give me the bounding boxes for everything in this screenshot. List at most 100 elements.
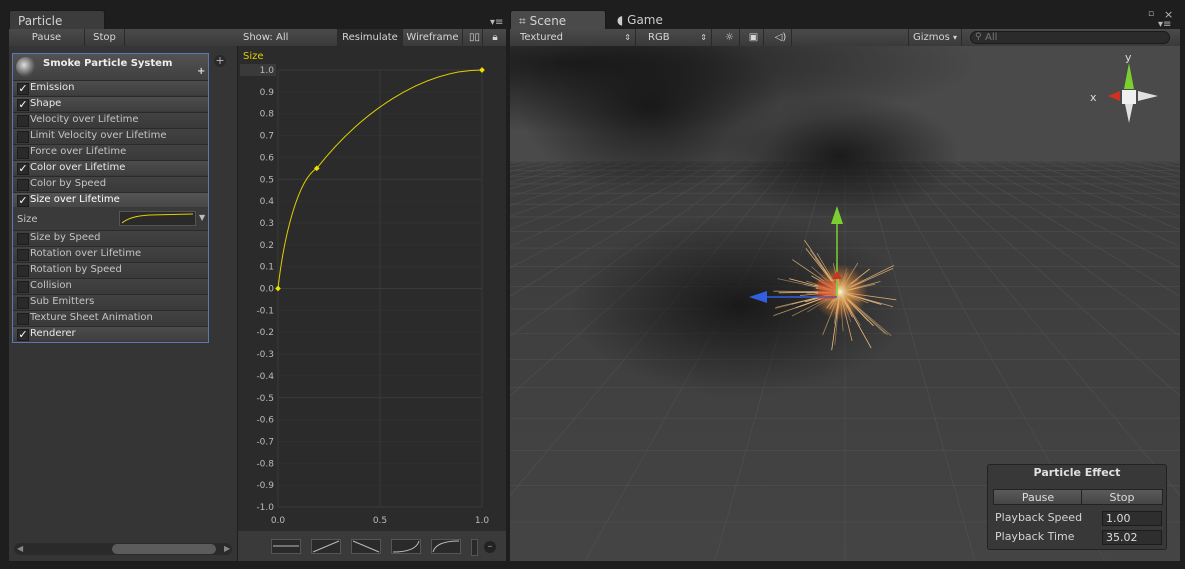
- y-tick-label: -0.4: [256, 372, 274, 382]
- gizmos-dropdown[interactable]: Gizmos ▾: [908, 29, 962, 46]
- render-mode-dropdown[interactable]: Textured ⇕: [510, 29, 636, 46]
- checkbox[interactable]: [17, 179, 29, 191]
- stop-button[interactable]: Stop: [85, 29, 125, 46]
- module-size-by-speed[interactable]: Size by Speed: [13, 230, 208, 245]
- checkbox[interactable]: [17, 131, 29, 143]
- gizmo-x-label: x: [1090, 91, 1097, 104]
- maximize-icon[interactable]: ▫: [1148, 9, 1154, 19]
- wireframe-toggle[interactable]: Wireframe: [403, 29, 463, 46]
- size-property-label: Size: [17, 214, 38, 225]
- orientation-gizmo[interactable]: y x: [1080, 51, 1170, 131]
- module-label: Renderer: [30, 328, 76, 339]
- checkbox[interactable]: ✓: [17, 195, 29, 207]
- y-tick-label: 0.8: [260, 110, 275, 120]
- tab-particle-effect[interactable]: Particle Effect: [9, 10, 105, 48]
- preset-ease-out[interactable]: [431, 539, 461, 554]
- preset-flat[interactable]: [271, 539, 301, 554]
- lighting-toggle-icon[interactable]: ☼: [720, 29, 740, 46]
- tab-scene[interactable]: ⌗ Scene: [510, 10, 606, 30]
- x-tick-label: 0.0: [271, 516, 286, 526]
- search-input[interactable]: ⚲ All: [970, 31, 1170, 44]
- tab-label: Scene: [529, 14, 567, 28]
- module-label: Color over Lifetime: [30, 162, 126, 173]
- module-rotation-by-speed[interactable]: Rotation by Speed: [13, 262, 208, 277]
- audio-toggle-icon[interactable]: ◁): [770, 29, 792, 46]
- module-label: Sub Emitters: [30, 296, 95, 307]
- add-system-icon[interactable]: +: [214, 55, 226, 67]
- y-tick-label: 0.1: [260, 263, 274, 273]
- pause-button[interactable]: Pause: [9, 29, 85, 46]
- module-emission[interactable]: ✓ Emission: [13, 80, 208, 95]
- show-dropdown[interactable]: Show: All: [238, 29, 338, 46]
- y-tick-label: 0.7: [260, 132, 274, 142]
- image-toggle-icon[interactable]: ▣: [744, 29, 764, 46]
- checkbox[interactable]: ✓: [17, 329, 29, 341]
- checkbox[interactable]: [17, 147, 29, 159]
- remove-preset-icon[interactable]: –: [484, 541, 496, 553]
- scrollbar-thumb[interactable]: [112, 544, 216, 554]
- y-tick-label: -0.3: [256, 350, 274, 360]
- size-curve-preview: [121, 213, 194, 224]
- checkbox[interactable]: [17, 265, 29, 277]
- y-tick-label: 1.0: [260, 66, 275, 76]
- add-module-icon[interactable]: +: [197, 66, 205, 77]
- particle-system-card: Smoke Particle System + ✓ Emission ✓ Shape…: [12, 53, 209, 343]
- playback-speed-field[interactable]: 1.00: [1102, 511, 1162, 526]
- module-label: Rotation over Lifetime: [30, 248, 142, 259]
- module-label: Emission: [30, 82, 75, 93]
- module-color-by-speed[interactable]: Color by Speed: [13, 176, 208, 191]
- module-renderer[interactable]: ✓ Renderer: [13, 326, 208, 341]
- checkbox[interactable]: [17, 249, 29, 261]
- grid-icon: ⌗: [519, 14, 526, 28]
- checkbox[interactable]: [17, 233, 29, 245]
- module-rotation-over-lifetime[interactable]: Rotation over Lifetime: [13, 246, 208, 261]
- tab-game[interactable]: ◖ Game: [617, 13, 663, 27]
- checkbox[interactable]: ✓: [17, 99, 29, 111]
- lock-icon[interactable]: 🔒︎: [488, 29, 502, 46]
- scroll-right-icon[interactable]: ▶: [224, 544, 230, 553]
- module-color-over-lifetime[interactable]: ✓ Color over Lifetime: [13, 160, 208, 175]
- checkbox[interactable]: ✓: [17, 83, 29, 95]
- curve-editor[interactable]: 1.0 0.9 0.8 0.7 0.6 0.5 0.4 0.3 0.2 0.1 0.0 -0.1 -0.…: [238, 46, 506, 531]
- size-curve-field[interactable]: [119, 211, 196, 226]
- scroll-left-icon[interactable]: ◀: [17, 544, 23, 553]
- gizmo-y-label: y: [1125, 51, 1132, 64]
- overlay-stop-button[interactable]: Stop: [1081, 489, 1163, 505]
- resimulate-toggle[interactable]: Resimulate: [337, 29, 403, 46]
- particle-effect-overlay: Particle Effect Pause Stop Playback Spee…: [987, 464, 1167, 550]
- particle-system-icon: [16, 57, 36, 77]
- module-limit-velocity[interactable]: Limit Velocity over Lifetime: [13, 128, 208, 143]
- chevron-down-icon[interactable]: ▼: [199, 213, 205, 222]
- checkbox[interactable]: [17, 281, 29, 293]
- module-shape[interactable]: ✓ Shape: [13, 96, 208, 111]
- module-texture-sheet-animation[interactable]: Texture Sheet Animation: [13, 310, 208, 325]
- preset-linear-up[interactable]: [311, 539, 341, 554]
- module-force-over-lifetime[interactable]: Force over Lifetime: [13, 144, 208, 159]
- checkbox[interactable]: [17, 115, 29, 127]
- module-label: Size over Lifetime: [30, 194, 120, 205]
- layout-icon[interactable]: ▯▯: [467, 29, 483, 46]
- y-tick-label: -0.9: [256, 481, 274, 491]
- curve-graph[interactable]: 1.0 0.9 0.8 0.7 0.6 0.5 0.4 0.3 0.2 0.1 0.0 -0.1 -0.…: [238, 46, 506, 531]
- playback-time-field[interactable]: 35.02: [1102, 530, 1162, 545]
- channel-dropdown[interactable]: RGB ⇕: [636, 29, 712, 46]
- horizontal-scrollbar[interactable]: ◀ ▶: [14, 543, 232, 555]
- overlay-pause-button[interactable]: Pause: [993, 489, 1083, 505]
- module-label: Size by Speed: [30, 232, 101, 243]
- checkbox[interactable]: ✓: [17, 163, 29, 175]
- preset-more[interactable]: [471, 539, 478, 556]
- system-header[interactable]: Smoke Particle System +: [13, 54, 208, 80]
- module-sub-emitters[interactable]: Sub Emitters: [13, 294, 208, 309]
- preset-linear-down[interactable]: [351, 539, 381, 554]
- checkbox[interactable]: [17, 313, 29, 325]
- y-tick-label: 0.9: [260, 88, 275, 98]
- preset-ease-in[interactable]: [391, 539, 421, 554]
- size-property-row: Size ▼: [13, 208, 208, 230]
- checkbox[interactable]: [17, 297, 29, 309]
- module-size-over-lifetime[interactable]: ✓ Size over Lifetime: [13, 192, 208, 207]
- module-velocity-over-lifetime[interactable]: Velocity over Lifetime: [13, 112, 208, 127]
- curve-label: Size: [243, 51, 264, 62]
- panel-menu-icon[interactable]: ▾≡: [490, 17, 503, 28]
- playback-speed-label: Playback Speed: [995, 511, 1083, 524]
- module-collision[interactable]: Collision: [13, 278, 208, 293]
